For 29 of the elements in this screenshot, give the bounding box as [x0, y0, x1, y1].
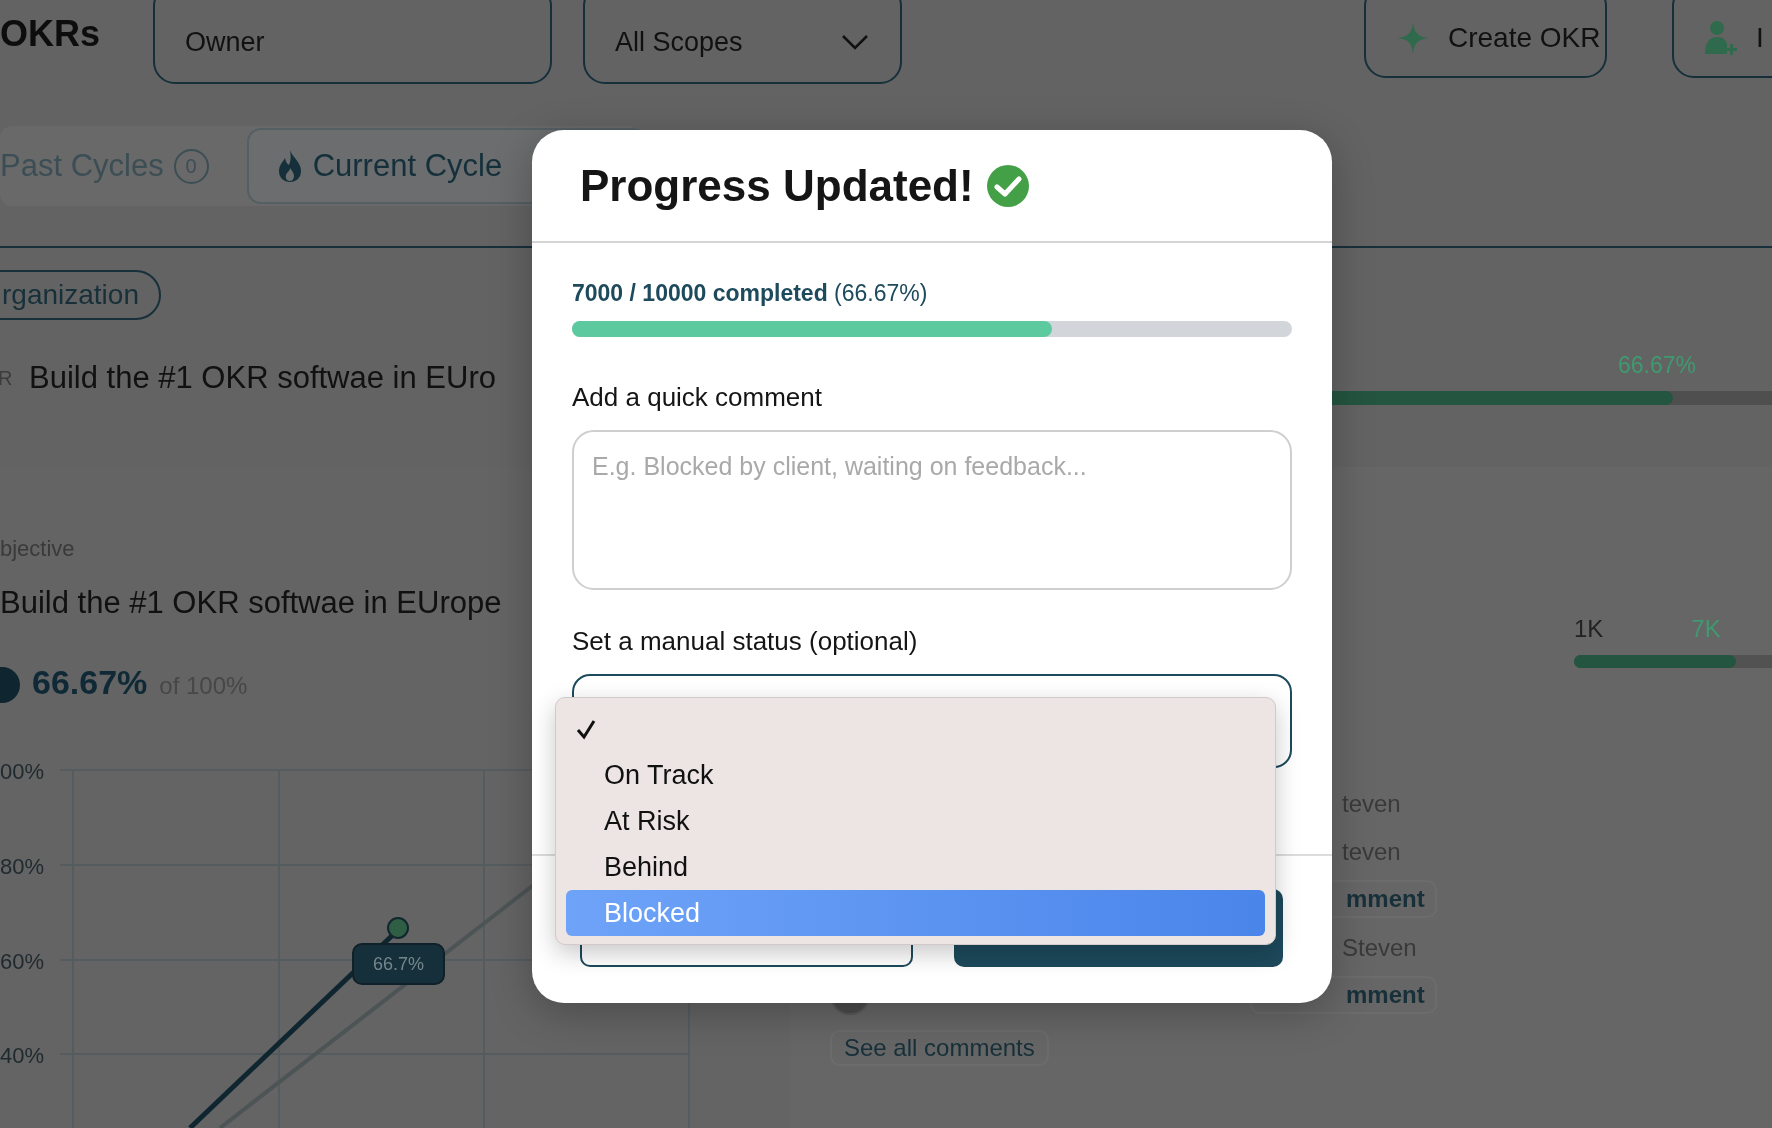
page-title: OKRs	[0, 13, 102, 55]
field-label: Add a quick comment	[572, 381, 823, 413]
chevron-down-icon	[840, 33, 870, 51]
flame-icon	[276, 149, 303, 183]
scope-chip[interactable]: rganization	[0, 270, 161, 320]
menu-item[interactable]: Blocked	[566, 890, 1265, 936]
owner-field[interactable]: Owner	[153, 0, 552, 84]
progress-summary: 7000 / 10000 completed (66.67%)	[572, 279, 929, 307]
chart-tooltip: 66.7%	[352, 943, 445, 985]
create-button[interactable]: Create OKR	[1364, 0, 1607, 78]
objective-title: Build the #1 OKR softwae in EUrope	[0, 584, 503, 622]
axis-label: 40%	[0, 1043, 45, 1068]
scope-select[interactable]: All Scopes	[583, 0, 902, 84]
see-all-comments-button[interactable]: See all comments	[830, 1030, 1049, 1066]
data-point	[387, 917, 409, 939]
invite-button[interactable]: I	[1672, 0, 1772, 78]
success-check-icon	[985, 163, 1030, 208]
axis-label: 00%	[0, 759, 45, 784]
metric-start: 1K	[1574, 615, 1604, 643]
add-user-icon	[1704, 20, 1738, 56]
axis-label: 60%	[0, 949, 45, 974]
field-label: Set a manual status (optional)	[572, 625, 919, 657]
menu-item[interactable]: On Track	[566, 752, 1265, 798]
check-icon	[575, 718, 597, 740]
comment-field[interactable]: E.g. Blocked by client, waiting on feedback...	[572, 430, 1292, 590]
objective-percent: 66.67%	[32, 663, 148, 702]
axis-label: 80%	[0, 854, 45, 879]
menu-item[interactable]: At Risk	[566, 798, 1265, 844]
key-result-title: Build the #1 OKR softwae in EUro	[29, 360, 496, 396]
